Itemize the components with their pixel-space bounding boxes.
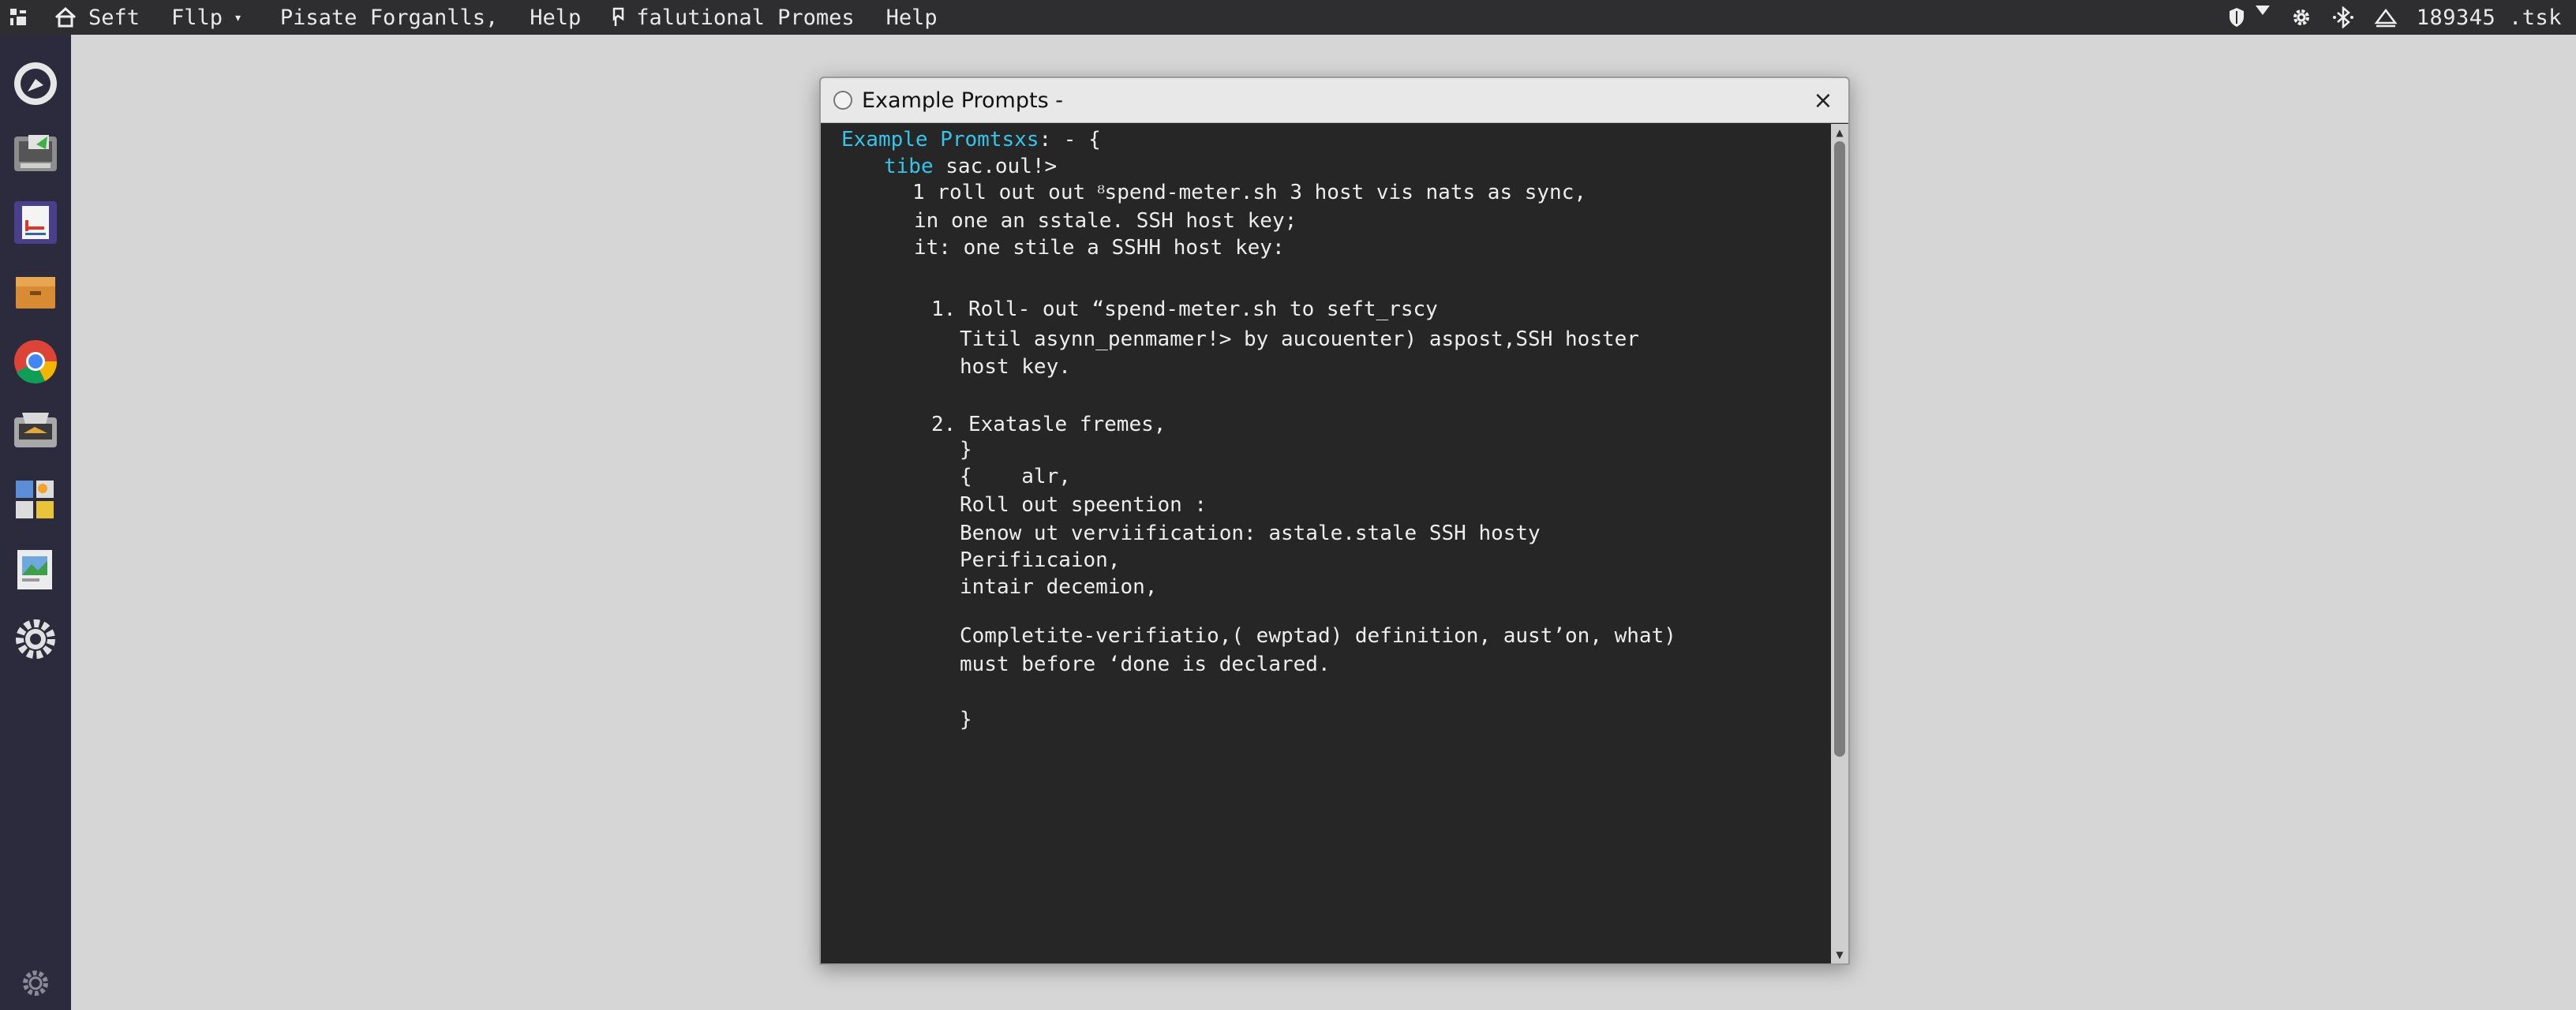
text-line: } xyxy=(960,708,972,731)
text-line: 2. Exatasle fremes, xyxy=(931,413,1166,436)
text-line: intair decemion, xyxy=(960,575,1158,599)
menu-label: Fllp xyxy=(171,5,223,30)
text-line: { alr, xyxy=(960,465,1071,488)
top-panel: Seft Fllp ▾ Pisate Forganlls, Help falut… xyxy=(0,0,2576,35)
menu-item-seft[interactable]: Seft xyxy=(38,0,155,35)
system-tray: 189345 .tsk xyxy=(2227,0,2562,35)
text-line: Roll out speention : xyxy=(960,493,1208,517)
dock-item-settings[interactable] xyxy=(10,614,61,664)
close-button[interactable]: × xyxy=(1809,86,1837,114)
dock-item-apps-grid[interactable] xyxy=(10,475,61,526)
menu-label: Seft xyxy=(88,5,140,30)
window-icon xyxy=(833,91,852,110)
text-line: tibe sac.oul!> xyxy=(884,153,1057,180)
menu-label: falutional Promes xyxy=(636,5,855,30)
menu-label: Help xyxy=(886,5,938,30)
keyword: tibe xyxy=(884,155,934,178)
text-line: 1. Roll- out “spend-meter.sh to seft_rsc… xyxy=(931,297,1438,321)
menu-label: Help xyxy=(530,5,582,30)
app-launcher-icon[interactable] xyxy=(0,0,38,35)
line-text: sac.oul!> xyxy=(933,155,1058,178)
settings-icon xyxy=(16,619,55,659)
eject-icon[interactable] xyxy=(2374,7,2398,28)
text-line: Example Promtsxs: - { xyxy=(841,126,1101,153)
text-line: in one an sstale. SSH host key; xyxy=(914,209,1297,233)
close-icon: × xyxy=(1813,86,1833,114)
wifi-icon[interactable] xyxy=(2254,2,2271,20)
text-line: 1 roll out out ᴽspend-meter.sh 3 host vi… xyxy=(912,181,1587,204)
text-line: must before ‘done is declared. xyxy=(960,653,1331,676)
scroll-thumb[interactable] xyxy=(1834,141,1845,757)
home-icon xyxy=(54,6,77,28)
text-editor-icon xyxy=(14,201,57,244)
text-line: Completite-verifiatio,( ewptad) definiti… xyxy=(960,624,1676,648)
gear-icon xyxy=(23,971,48,996)
dock-item-scanner[interactable] xyxy=(10,406,61,456)
dock-item-printer[interactable] xyxy=(10,128,61,178)
menu-item-falutional-promes[interactable]: falutional Promes xyxy=(597,0,870,35)
dock-item-text-editor[interactable] xyxy=(10,197,61,248)
menu-item-help-2[interactable]: Help xyxy=(871,0,953,35)
text-line: } xyxy=(960,438,972,462)
text-line: Titil asynn_penmamer!> by aucouenter) as… xyxy=(960,327,1639,351)
chat-icon xyxy=(14,62,57,105)
menu-label: Pisate Forganlls, xyxy=(279,5,499,30)
dock-item-chat[interactable] xyxy=(10,58,61,109)
menu-item-fllp[interactable]: Fllp ▾ xyxy=(155,0,258,35)
scanner-icon xyxy=(14,413,57,447)
dock-item-archive[interactable] xyxy=(10,267,61,317)
window-title: Example Prompts - xyxy=(862,88,1063,113)
text-line: Benow ut verviification: astale.stale SS… xyxy=(960,522,1541,545)
example-prompts-window: Example Prompts - × Example Promtsxs: - … xyxy=(819,77,1850,965)
dock-item-chrome[interactable] xyxy=(10,336,61,387)
prompt-text-area[interactable]: Example Promtsxs: - { tibe sac.oul!> 1 r… xyxy=(821,124,1831,963)
menu-item-pisate-forganlls[interactable]: Pisate Forganlls, xyxy=(258,0,514,35)
gear-icon[interactable] xyxy=(2290,6,2312,28)
printer-icon xyxy=(14,135,57,171)
chevron-down-icon: ▾ xyxy=(234,9,242,26)
window-titlebar[interactable]: Example Prompts - × xyxy=(821,78,1848,123)
menu-item-help[interactable]: Help xyxy=(514,0,597,35)
scroll-up-arrow[interactable]: ▲ xyxy=(1831,125,1848,140)
chrome-icon xyxy=(14,340,58,383)
bluetooth-icon[interactable] xyxy=(2331,6,2355,28)
archive-icon xyxy=(16,277,55,309)
clock[interactable]: 189345 .tsk xyxy=(2417,6,2562,30)
text-line: host key. xyxy=(960,355,1071,379)
keyword: Example Promtsxs xyxy=(841,128,1039,152)
text-line: it: one stile a SSHH host key: xyxy=(914,236,1285,260)
dock-item-preferences[interactable] xyxy=(10,958,61,1008)
scroll-down-arrow[interactable]: ▼ xyxy=(1831,948,1848,962)
shield-icon[interactable] xyxy=(2227,6,2246,28)
apps-grid-icon xyxy=(16,481,54,518)
image-viewer-icon xyxy=(17,550,52,589)
dock xyxy=(0,35,71,1010)
line-text: : - { xyxy=(1039,128,1101,152)
dock-item-image-viewer[interactable] xyxy=(10,544,61,595)
document-icon xyxy=(613,7,624,26)
vertical-scrollbar[interactable]: ▲ ▼ xyxy=(1831,124,1848,963)
text-line: Perifiıcaion, xyxy=(960,548,1121,572)
